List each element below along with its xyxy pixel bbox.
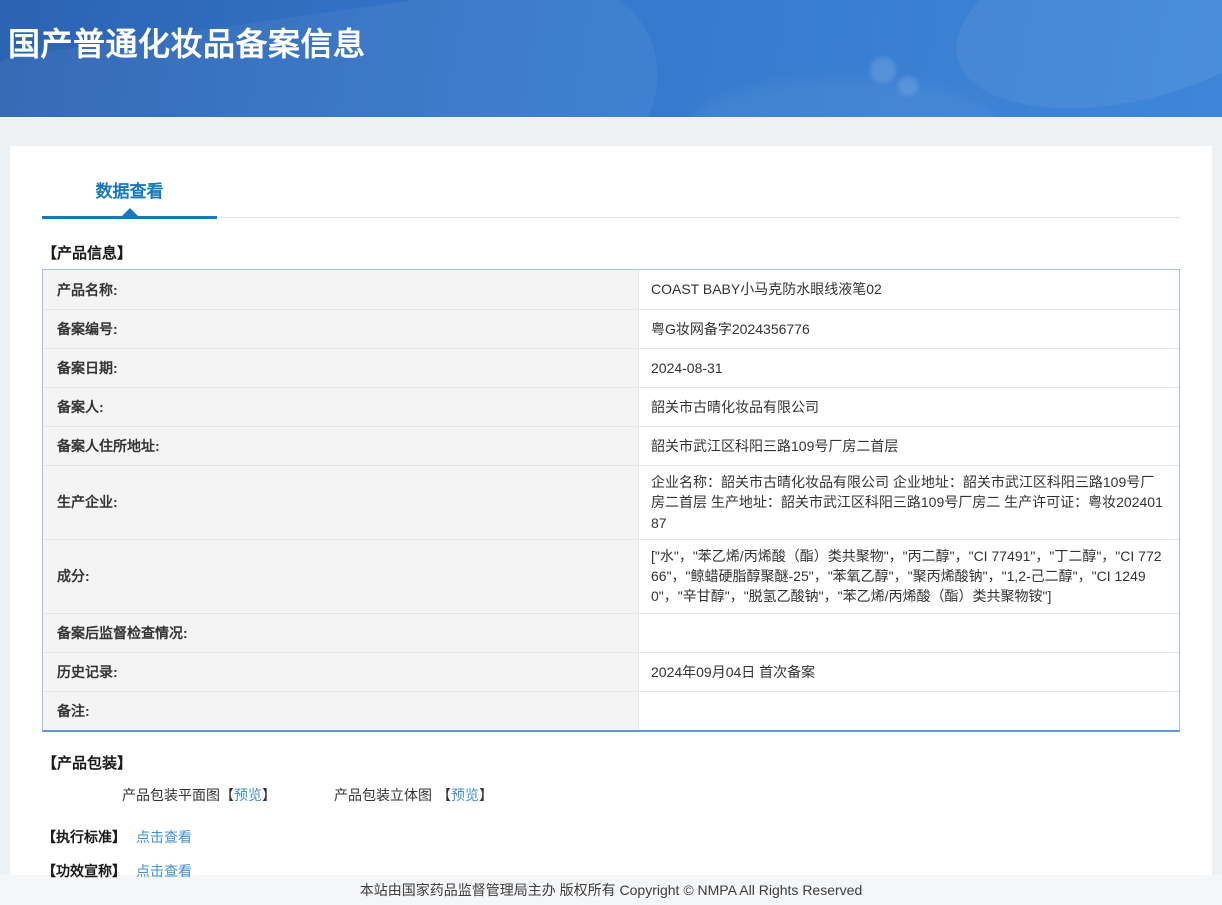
row-value (639, 692, 1179, 730)
row-value: 2024-08-31 (651, 359, 723, 376)
row-label: 生产企业: (43, 466, 639, 539)
footer-copyright-text: 本站由国家药品监督管理局主办 版权所有 Copyright © NMPA All… (359, 882, 863, 898)
row-value (639, 614, 1179, 652)
bracket-open: 【 (220, 786, 234, 803)
table-row-manufacturer: 生产企业: 企业名称：韶关市古晴化妆品有限公司 企业地址：韶关市武江区科阳三路1… (43, 465, 1179, 539)
row-value: 韶关市武江区科阳三路109号厂房二首层 (651, 437, 899, 454)
row-label: 备案后监督检查情况: (43, 613, 639, 652)
packaging-heading: 【产品包装】 (42, 754, 133, 772)
header-deco-dot (898, 76, 918, 96)
row-label: 历史记录: (43, 652, 639, 691)
row-value: 2024年09月04日 首次备案 (651, 663, 816, 680)
packaging-flat-label: 产品包装平面图 (122, 786, 220, 803)
table-row-registrant-address: 备案人住所地址: 韶关市武江区科阳三路109号厂房二首层 (43, 426, 1179, 465)
bracket-close: 】 (262, 786, 276, 803)
row-value: ["水"，"苯乙烯/丙烯酸（酯）类共聚物"，"丙二醇"，"CI 77491"，"… (651, 547, 1162, 605)
table-row-registrant: 备案人: 韶关市古晴化妆品有限公司 (43, 387, 1179, 426)
tab-data-view-label: 数据查看 (95, 182, 164, 201)
table-row-history: 历史记录: 2024年09月04日 首次备案 (43, 651, 1179, 691)
packaging-3d-item: 产品包装立体图 【预览】 (334, 785, 493, 805)
table-row-registration-date: 备案日期: 2024-08-31 (43, 348, 1179, 387)
table-row-registration-number: 备案编号: 粤G妆网备字2024356776 (43, 309, 1179, 348)
product-info-table: 产品名称: COAST BABY小马克防水眼线液笔02 备案编号: 粤G妆网备字… (42, 269, 1180, 732)
content-card: 数据查看 【产品信息】 产品名称: COAST BABY小马克防水眼线液笔02 … (10, 146, 1212, 879)
header-deco-blob (690, 78, 1000, 117)
row-label: 成分: (43, 539, 639, 613)
table-row-remarks: 备注: (43, 690, 1179, 730)
row-value: 韶关市古晴化妆品有限公司 (651, 398, 819, 415)
execution-standard-heading: 【执行标准】 (42, 828, 126, 845)
row-label: 备案人: (43, 388, 639, 426)
row-label: 备案日期: (43, 349, 639, 387)
bracket-open: 【 (437, 786, 451, 803)
row-value: 粤G妆网备字2024356776 (651, 320, 810, 337)
table-row-supervision-check: 备案后监督检查情况: (43, 612, 1179, 652)
packaging-flat-item: 产品包装平面图【预览】 (122, 785, 276, 805)
packaging-3d-label: 产品包装立体图 (334, 786, 432, 803)
row-label: 产品名称: (43, 270, 639, 309)
row-value: 企业名称：韶关市古晴化妆品有限公司 企业地址：韶关市武江区科阳三路109号厂房二… (651, 474, 1163, 531)
page-title: 国产普通化妆品备案信息 (8, 26, 366, 62)
row-label: 备注: (43, 691, 639, 730)
tab-data-view[interactable]: 数据查看 (42, 177, 217, 219)
packaging-row: 产品包装平面图【预览】 产品包装立体图 【预览】 (122, 785, 1180, 805)
row-value: COAST BABY小马克防水眼线液笔02 (651, 281, 882, 298)
row-label: 备案编号: (43, 310, 639, 348)
product-info-heading: 【产品信息】 (42, 245, 133, 262)
table-row-ingredients: 成分: ["水"，"苯乙烯/丙烯酸（酯）类共聚物"，"丙二醇"，"CI 7749… (43, 538, 1179, 613)
table-row-product-name: 产品名称: COAST BABY小马克防水眼线液笔02 (43, 270, 1179, 309)
execution-standard-link[interactable]: 点击查看 (136, 827, 192, 847)
preview-flat-link[interactable]: 预览 (234, 787, 262, 803)
page-header: 国产普通化妆品备案信息 (0, 0, 1222, 117)
tab-bar: 数据查看 (42, 146, 1180, 219)
efficacy-claim-link[interactable]: 点击查看 (136, 861, 192, 881)
bracket-close: 】 (479, 786, 493, 803)
tab-active-indicator-caret (121, 208, 138, 216)
execution-standard-row: 【执行标准】 点击查看 (42, 827, 1180, 847)
row-label: 备案人住所地址: (43, 427, 639, 465)
efficacy-claim-heading: 【功效宣称】 (42, 862, 126, 879)
preview-3d-link[interactable]: 预览 (451, 787, 479, 803)
